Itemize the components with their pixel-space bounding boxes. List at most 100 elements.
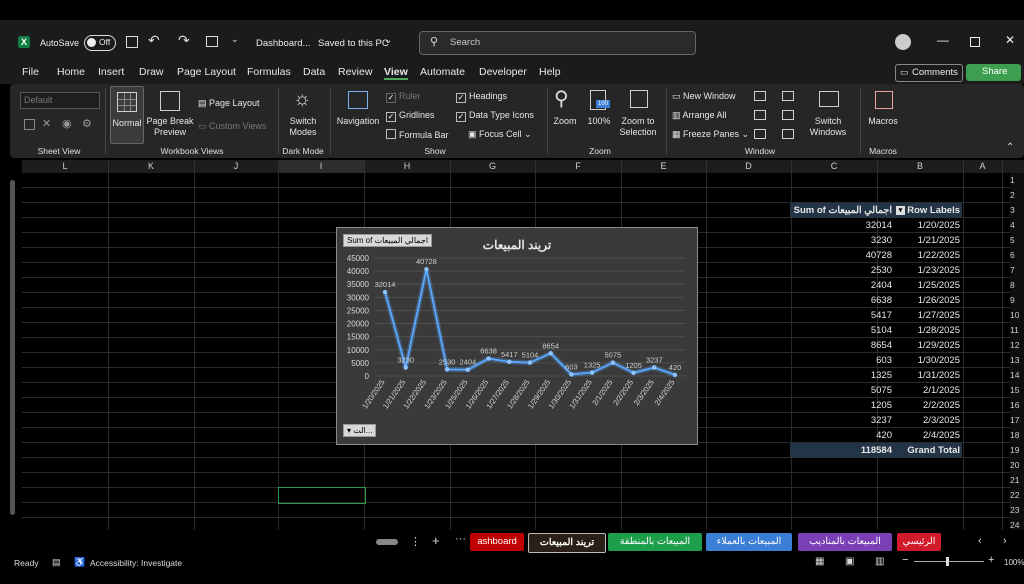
hide-icon[interactable] — [754, 110, 766, 120]
pivot-value-cell[interactable]: 32014 — [790, 218, 894, 233]
pivot-label-cell[interactable]: 1/27/2025 — [894, 308, 962, 323]
minimize-icon[interactable]: — — [937, 33, 949, 47]
zoom-in-icon[interactable]: + — [988, 554, 994, 566]
tab-data[interactable]: Data — [303, 66, 325, 78]
zoom-button[interactable]: ⚲ Zoom — [550, 86, 580, 142]
row-header[interactable]: 23 — [1010, 505, 1019, 515]
ruler-checkbox[interactable]: ✓ Ruler — [386, 91, 421, 103]
sheet-tab[interactable]: المبيعات بالمناديب — [798, 533, 892, 551]
pivot-value-cell[interactable]: 40728 — [790, 248, 894, 263]
row-header[interactable]: 5 — [1010, 235, 1015, 245]
qat-customize-icon[interactable]: ⌄ — [231, 34, 239, 45]
page-break-preview-button[interactable]: Page Break Preview — [146, 86, 194, 142]
close-icon[interactable]: ✕ — [1005, 33, 1015, 47]
row-header[interactable]: 18 — [1010, 430, 1019, 440]
row-header[interactable]: 8 — [1010, 280, 1015, 290]
pivot-value-cell[interactable]: 603 — [790, 353, 894, 368]
tab-view[interactable]: View — [384, 66, 408, 80]
row-header[interactable]: 10 — [1010, 310, 1019, 320]
sheet-tab[interactable]: المبيعات بالمنطقة — [608, 533, 702, 551]
row-header[interactable]: 7 — [1010, 265, 1015, 275]
column-header[interactable]: J — [194, 160, 279, 173]
row-header[interactable]: 16 — [1010, 400, 1019, 410]
tab-scroll-thumb[interactable] — [376, 539, 398, 545]
pivot-value-cell[interactable]: 8654 — [790, 338, 894, 353]
column-header[interactable]: F — [535, 160, 622, 173]
pivot-label-cell[interactable]: 2/1/2025 — [894, 383, 962, 398]
zoom-slider[interactable] — [914, 561, 984, 562]
zoom-slider-thumb[interactable] — [946, 557, 949, 566]
normal-view-icon[interactable]: ▦ — [815, 556, 824, 567]
formula-bar-checkbox[interactable]: Formula Bar — [386, 129, 449, 140]
column-header[interactable]: E — [621, 160, 707, 173]
grand-total-value[interactable]: 118584 — [790, 443, 894, 458]
ribbon-collapse-icon[interactable]: ⌃ — [1006, 142, 1014, 153]
switch-modes-button[interactable]: ☼ Switch Modes — [282, 86, 324, 142]
row-header[interactable]: 21 — [1010, 475, 1019, 485]
pivot-label-cell[interactable]: 1/31/2025 — [894, 368, 962, 383]
pivot-label-cell[interactable]: 1/22/2025 — [894, 248, 962, 263]
pivot-value-cell[interactable]: 2404 — [790, 278, 894, 293]
normal-view-button[interactable]: Normal — [110, 86, 144, 144]
navigation-button[interactable]: Navigation — [335, 86, 381, 142]
pivot-value-cell[interactable]: 1325 — [790, 368, 894, 383]
pivot-value-cell[interactable]: 5104 — [790, 323, 894, 338]
chevron-down-icon[interactable]: ⌄ — [384, 35, 392, 46]
row-header[interactable]: 1 — [1010, 175, 1015, 185]
sheet-tab[interactable]: تريند المبيعات — [528, 533, 606, 553]
row-header[interactable]: 24 — [1010, 520, 1019, 530]
tab-next-icon[interactable]: › — [1003, 535, 1007, 547]
macros-button[interactable]: Macros — [865, 86, 901, 142]
grand-total-label[interactable]: Grand Total — [894, 443, 962, 458]
save-icon[interactable] — [126, 36, 138, 48]
page-break-view-icon[interactable]: ▥ — [875, 556, 884, 567]
pivot-label-cell[interactable]: 1/25/2025 — [894, 278, 962, 293]
pivot-value-cell[interactable]: 1205 — [790, 398, 894, 413]
pivot-label-cell[interactable]: 2/3/2025 — [894, 413, 962, 428]
pivot-label-cell[interactable]: 1/21/2025 — [894, 233, 962, 248]
row-header[interactable]: 2 — [1010, 190, 1015, 200]
view-side-by-side-icon[interactable] — [782, 91, 794, 101]
form-icon[interactable] — [206, 36, 218, 47]
row-header[interactable]: 4 — [1010, 220, 1015, 230]
pivot-label-cell[interactable]: 1/30/2025 — [894, 353, 962, 368]
new-view-icon[interactable]: ◉ — [62, 117, 72, 130]
scroll-thumb[interactable] — [10, 180, 15, 515]
more-tabs-icon[interactable]: ··· — [455, 533, 466, 545]
restore-icon[interactable] — [970, 37, 980, 47]
freeze-panes-button[interactable]: ▦ Freeze Panes ⌄ — [672, 129, 749, 140]
row-header[interactable]: 19 — [1010, 445, 1019, 455]
share-button[interactable]: Share — [966, 64, 1021, 81]
save-status[interactable]: Saved to this PC — [318, 38, 389, 49]
selected-cell[interactable] — [278, 487, 366, 504]
pivot-label-cell[interactable]: 1/28/2025 — [894, 323, 962, 338]
tab-formulas[interactable]: Formulas — [247, 66, 291, 78]
row-header[interactable]: 22 — [1010, 490, 1019, 500]
keep-view-icon[interactable] — [24, 119, 35, 130]
zoom-to-selection-button[interactable]: Zoom to Selection — [616, 86, 660, 142]
sheet-tab[interactable]: الرئيسي — [897, 533, 941, 551]
tab-automate[interactable]: Automate — [420, 66, 465, 78]
pivot-label-cell[interactable]: 1/20/2025 — [894, 218, 962, 233]
column-header[interactable]: B — [877, 160, 964, 173]
tab-help[interactable]: Help — [539, 66, 561, 78]
page-layout-view-icon[interactable]: ▣ — [845, 556, 854, 567]
macro-record-icon[interactable]: ▤ — [52, 557, 61, 568]
page-layout-button[interactable]: ▤ Page Layout — [198, 98, 260, 109]
pivot-value-cell[interactable]: 5075 — [790, 383, 894, 398]
row-header[interactable]: 20 — [1010, 460, 1019, 470]
sheet-tab[interactable]: المبيعات بالعملاء — [706, 533, 792, 551]
zoom-100-button[interactable]: 100 100% — [584, 86, 614, 142]
switch-windows-button[interactable]: Switch Windows — [806, 86, 850, 142]
new-window-button[interactable]: ▭ New Window — [672, 91, 736, 102]
reset-position-icon[interactable] — [782, 129, 794, 139]
column-header[interactable]: D — [706, 160, 792, 173]
search-box[interactable]: ⚲ Search — [419, 31, 696, 55]
tab-review[interactable]: Review — [338, 66, 372, 78]
sync-scroll-icon[interactable] — [782, 110, 794, 120]
options-view-icon[interactable]: ⚙ — [82, 117, 92, 130]
pivot-label-cell[interactable]: 1/29/2025 — [894, 338, 962, 353]
vertical-scrollbar[interactable] — [9, 170, 16, 525]
tab-file[interactable]: File — [22, 66, 39, 78]
pivot-value-cell[interactable]: 6638 — [790, 293, 894, 308]
